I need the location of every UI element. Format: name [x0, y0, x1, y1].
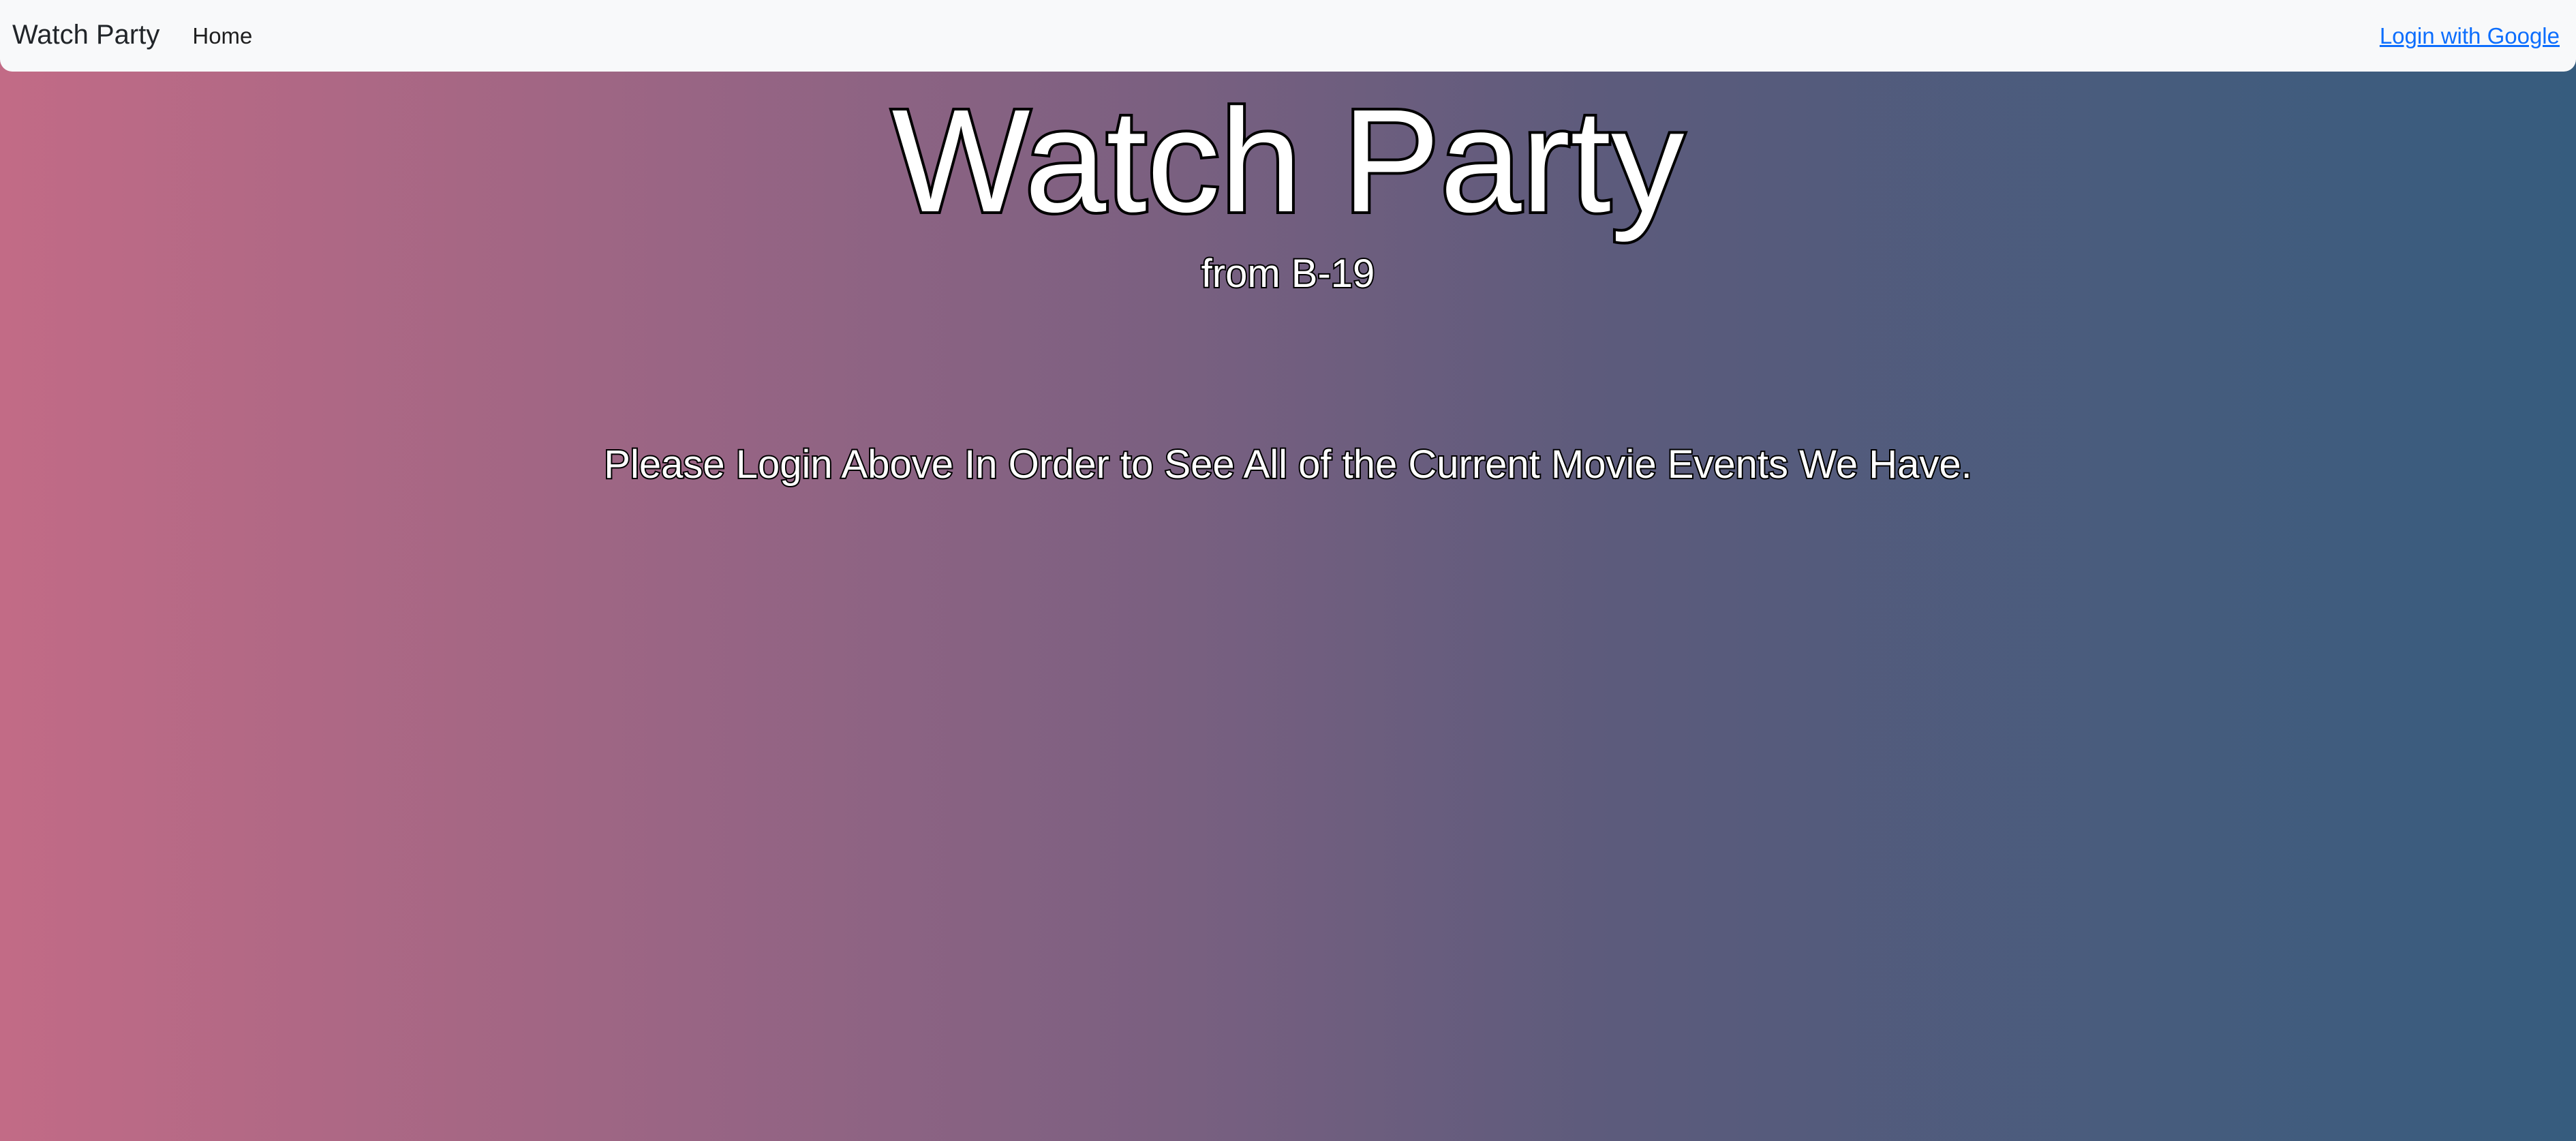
- login-prompt-message: Please Login Above In Order to See All o…: [602, 441, 1973, 488]
- login-with-google-link[interactable]: Login with Google: [2380, 23, 2560, 49]
- hero-title: Watch Party: [889, 78, 1687, 244]
- navbar-brand[interactable]: Watch Party: [12, 20, 159, 50]
- nav-home-link[interactable]: Home: [192, 23, 252, 49]
- hero-subtitle: from B-19: [1200, 250, 1377, 297]
- top-navbar: Watch Party Home Login with Google: [0, 0, 2576, 72]
